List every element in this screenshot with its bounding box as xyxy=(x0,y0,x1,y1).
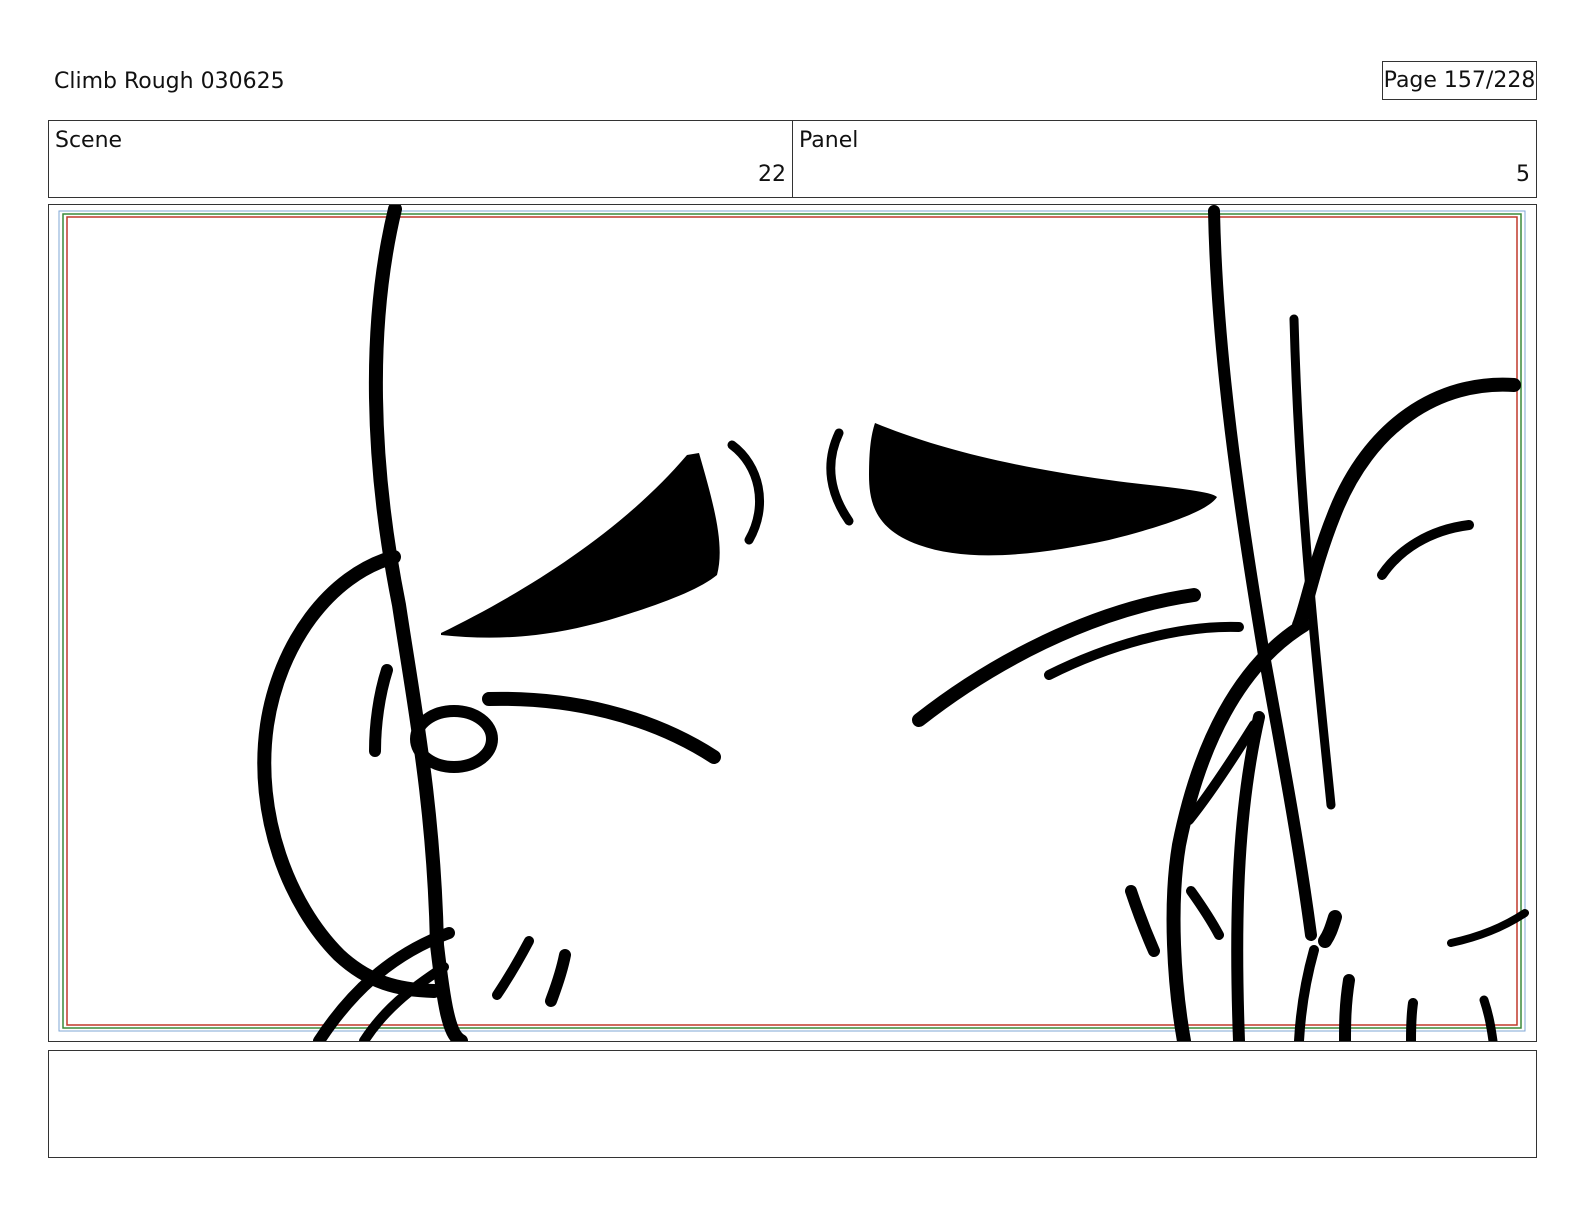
right-hair-strand-2 xyxy=(1231,711,1265,1041)
panel-label: Panel xyxy=(799,128,859,153)
right-eye-crease xyxy=(826,428,854,526)
right-brow-line xyxy=(1377,520,1474,580)
left-ear-inner xyxy=(369,664,393,757)
document-title: Climb Rough 030625 xyxy=(54,69,285,94)
left-lower-lid xyxy=(482,691,721,764)
panel-value: 5 xyxy=(1516,162,1530,187)
scene-cell: Scene 22 xyxy=(49,121,792,197)
page-number-box: Page 157/228 xyxy=(1382,61,1537,100)
left-vertical-line xyxy=(368,205,468,1041)
left-upper-eyelid xyxy=(441,453,720,638)
scene-label: Scene xyxy=(55,128,123,153)
storyboard-panel xyxy=(48,204,1537,1042)
right-lower-lid xyxy=(912,588,1201,727)
scene-value: 22 xyxy=(758,162,786,187)
right-whisker-1 xyxy=(1125,885,1160,957)
right-upper-eyelid xyxy=(869,423,1217,556)
eye-ring xyxy=(410,705,498,773)
right-mark xyxy=(1318,910,1342,948)
right-hair-strand-5 xyxy=(1339,974,1355,1041)
info-row: Scene 22 Panel 5 xyxy=(48,120,1537,198)
right-face-curve xyxy=(1292,377,1521,632)
right-whisker-2 xyxy=(1186,886,1224,940)
left-whisker-2 xyxy=(545,949,571,1007)
sketch-strokes xyxy=(257,205,1529,1041)
panel-cell: Panel 5 xyxy=(792,121,1536,197)
left-whisker-1 xyxy=(492,936,534,1000)
right-hair-strand-6 xyxy=(1406,998,1418,1041)
right-hair-strand-7 xyxy=(1479,995,1498,1041)
panel-drawing xyxy=(58,205,1529,1041)
left-eye-crease xyxy=(727,440,765,545)
notes-box xyxy=(48,1050,1537,1158)
right-cheek-line xyxy=(1447,909,1529,947)
